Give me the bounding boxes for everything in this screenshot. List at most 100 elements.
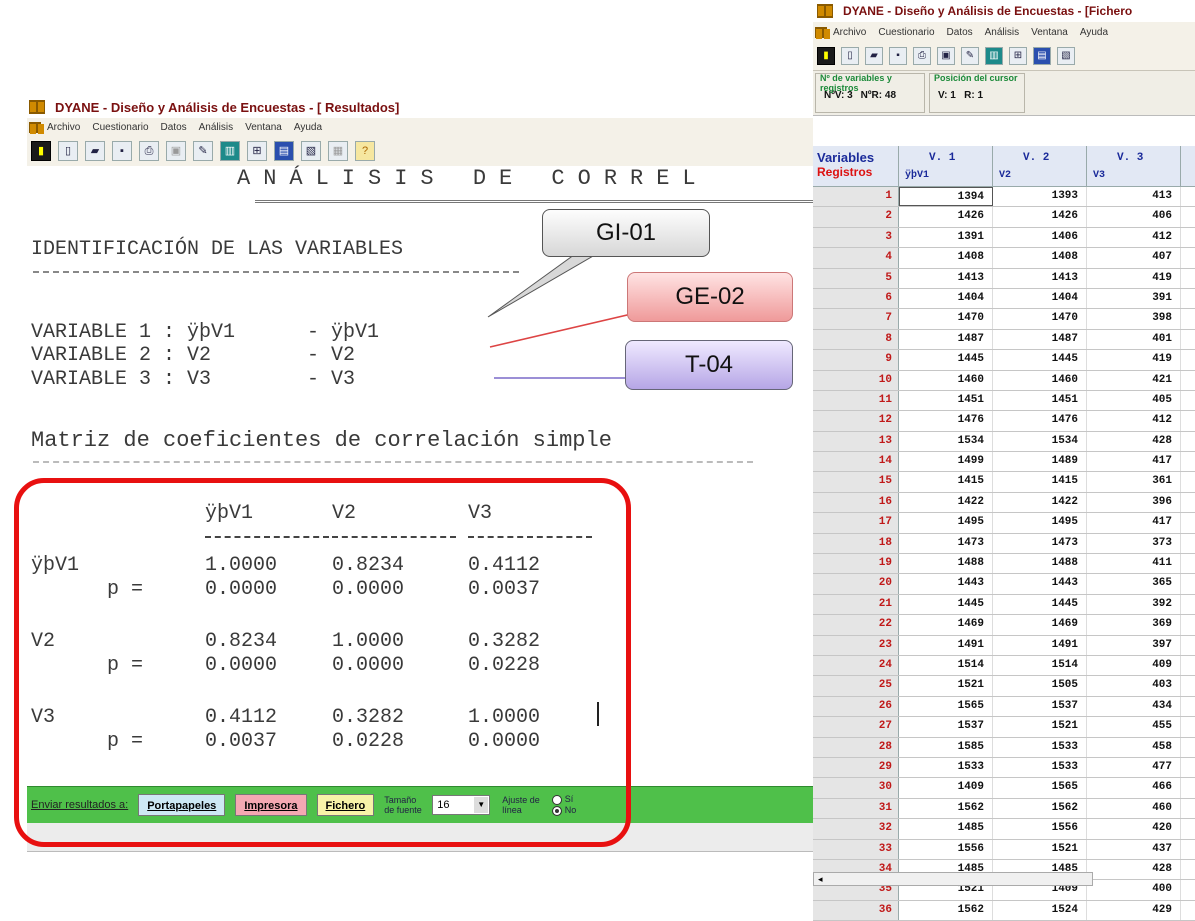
grid-cell[interactable]: 1422: [993, 492, 1087, 513]
analysis-icon[interactable]: ⊞: [1009, 47, 1027, 65]
grid-cell[interactable]: 1487: [899, 329, 993, 350]
grid-cell[interactable]: 1473: [993, 533, 1087, 554]
grid-cell[interactable]: 455: [1087, 717, 1181, 737]
grid-cell[interactable]: 1521: [993, 717, 1087, 737]
grid-cell[interactable]: 1460: [993, 370, 1087, 390]
grid-cell[interactable]: 1534: [993, 431, 1087, 452]
file-button[interactable]: Fichero: [316, 794, 375, 816]
grid-cell[interactable]: 1415: [993, 472, 1087, 492]
row-number[interactable]: 2: [813, 207, 899, 227]
grid-cell[interactable]: 428: [1087, 431, 1181, 452]
grid-cell[interactable]: 1391: [899, 227, 993, 248]
grid-cell[interactable]: 412: [1087, 227, 1181, 248]
grid-col-header-1[interactable]: V. 1 ÿþV1: [899, 146, 993, 186]
row-number[interactable]: 12: [813, 411, 899, 431]
data-grid[interactable]: Variables Registros V. 1 ÿþV1 V. 2 V2 V. 3…: [813, 146, 1195, 921]
grid-cell[interactable]: 1562: [899, 900, 993, 921]
print-icon[interactable]: ⎙: [139, 141, 159, 161]
grid-cell[interactable]: 1524: [993, 900, 1087, 921]
row-number[interactable]: 8: [813, 329, 899, 350]
results-icon[interactable]: ▧: [301, 141, 321, 161]
grid-cell[interactable]: 400: [1087, 880, 1181, 900]
grid-cell[interactable]: 417: [1087, 513, 1181, 533]
row-number[interactable]: 7: [813, 309, 899, 329]
grid-cell[interactable]: 407: [1087, 248, 1181, 268]
grid-cell[interactable]: 1537: [899, 717, 993, 737]
grid-cell[interactable]: 1534: [899, 431, 993, 452]
row-number[interactable]: 11: [813, 390, 899, 411]
grid-cell[interactable]: 1408: [993, 248, 1087, 268]
grid-cell[interactable]: 1562: [993, 798, 1087, 819]
grid-cell[interactable]: 1443: [993, 574, 1087, 594]
preview-icon[interactable]: ▣: [937, 47, 955, 65]
grid-cell[interactable]: 1460: [899, 370, 993, 390]
grid-cell[interactable]: 1445: [993, 350, 1087, 370]
grid-cell[interactable]: 1469: [993, 615, 1087, 635]
grid-cell[interactable]: 1422: [899, 492, 993, 513]
row-number[interactable]: 6: [813, 288, 899, 309]
row-number[interactable]: 20: [813, 574, 899, 594]
grid-cell[interactable]: 1562: [899, 798, 993, 819]
preview-icon[interactable]: ▣: [166, 141, 186, 161]
grid-cell[interactable]: 1489: [993, 452, 1087, 472]
grid-cell[interactable]: 1393: [993, 187, 1087, 207]
row-number[interactable]: 30: [813, 778, 899, 798]
row-number[interactable]: 15: [813, 472, 899, 492]
grid-cell[interactable]: 397: [1087, 635, 1181, 655]
grid-cell[interactable]: 419: [1087, 350, 1181, 370]
grid-cell[interactable]: 1556: [899, 839, 993, 859]
dyane-menu-icon[interactable]: [29, 121, 44, 134]
row-number[interactable]: 26: [813, 696, 899, 717]
grid-cell[interactable]: 1394: [899, 187, 993, 207]
menu-datos[interactable]: Datos: [947, 27, 973, 38]
grid-cell[interactable]: 1491: [899, 635, 993, 655]
grid-cell[interactable]: 1537: [993, 696, 1087, 717]
row-number[interactable]: 1: [813, 187, 899, 207]
grid-cell[interactable]: 1445: [899, 594, 993, 615]
row-number[interactable]: 31: [813, 798, 899, 819]
grid-cell[interactable]: 466: [1087, 778, 1181, 798]
grid-cell[interactable]: 1409: [899, 778, 993, 798]
row-number[interactable]: 24: [813, 655, 899, 676]
save-icon[interactable]: ▪: [112, 141, 132, 161]
grid-cell[interactable]: 409: [1087, 655, 1181, 676]
row-number[interactable]: 33: [813, 839, 899, 859]
row-number[interactable]: 23: [813, 635, 899, 655]
row-number[interactable]: 27: [813, 717, 899, 737]
font-size-select[interactable]: 16 ▼: [432, 795, 491, 815]
grid-cell[interactable]: 1476: [899, 411, 993, 431]
grid-cell[interactable]: 391: [1087, 288, 1181, 309]
grid-cell[interactable]: 1443: [899, 574, 993, 594]
menu-analisis[interactable]: Análisis: [199, 122, 233, 133]
grid-cell[interactable]: 1499: [899, 452, 993, 472]
new-file-icon[interactable]: ▯: [841, 47, 859, 65]
row-number[interactable]: 4: [813, 248, 899, 268]
grid-cell[interactable]: 1521: [993, 839, 1087, 859]
menu-ventana[interactable]: Ventana: [1031, 27, 1068, 38]
grid-cell[interactable]: 1445: [993, 594, 1087, 615]
grid-cell[interactable]: 437: [1087, 839, 1181, 859]
questionnaire-icon[interactable]: ✎: [961, 47, 979, 65]
row-number[interactable]: 32: [813, 819, 899, 839]
open-folder-icon[interactable]: ▰: [85, 141, 105, 161]
grid-cell[interactable]: 434: [1087, 696, 1181, 717]
grid-cell[interactable]: 458: [1087, 737, 1181, 757]
grid-cell[interactable]: 398: [1087, 309, 1181, 329]
data-icon[interactable]: ▥: [220, 141, 240, 161]
grid-cell[interactable]: 396: [1087, 492, 1181, 513]
row-number[interactable]: 3: [813, 227, 899, 248]
grid-cell[interactable]: 1473: [899, 533, 993, 554]
row-number[interactable]: 18: [813, 533, 899, 554]
grid-cell[interactable]: 373: [1087, 533, 1181, 554]
grid-cell[interactable]: 1485: [899, 819, 993, 839]
questionnaire-icon[interactable]: ✎: [193, 141, 213, 161]
row-number[interactable]: 13: [813, 431, 899, 452]
menu-archivo[interactable]: Archivo: [833, 27, 866, 38]
grid-cell[interactable]: 1413: [993, 268, 1087, 288]
grid-cell[interactable]: 1408: [899, 248, 993, 268]
grid-cell[interactable]: 405: [1087, 390, 1181, 411]
grid-cell[interactable]: 1470: [899, 309, 993, 329]
grid-cell[interactable]: 1406: [993, 227, 1087, 248]
results-icon[interactable]: ▧: [1057, 47, 1075, 65]
grid-cell[interactable]: 1491: [993, 635, 1087, 655]
